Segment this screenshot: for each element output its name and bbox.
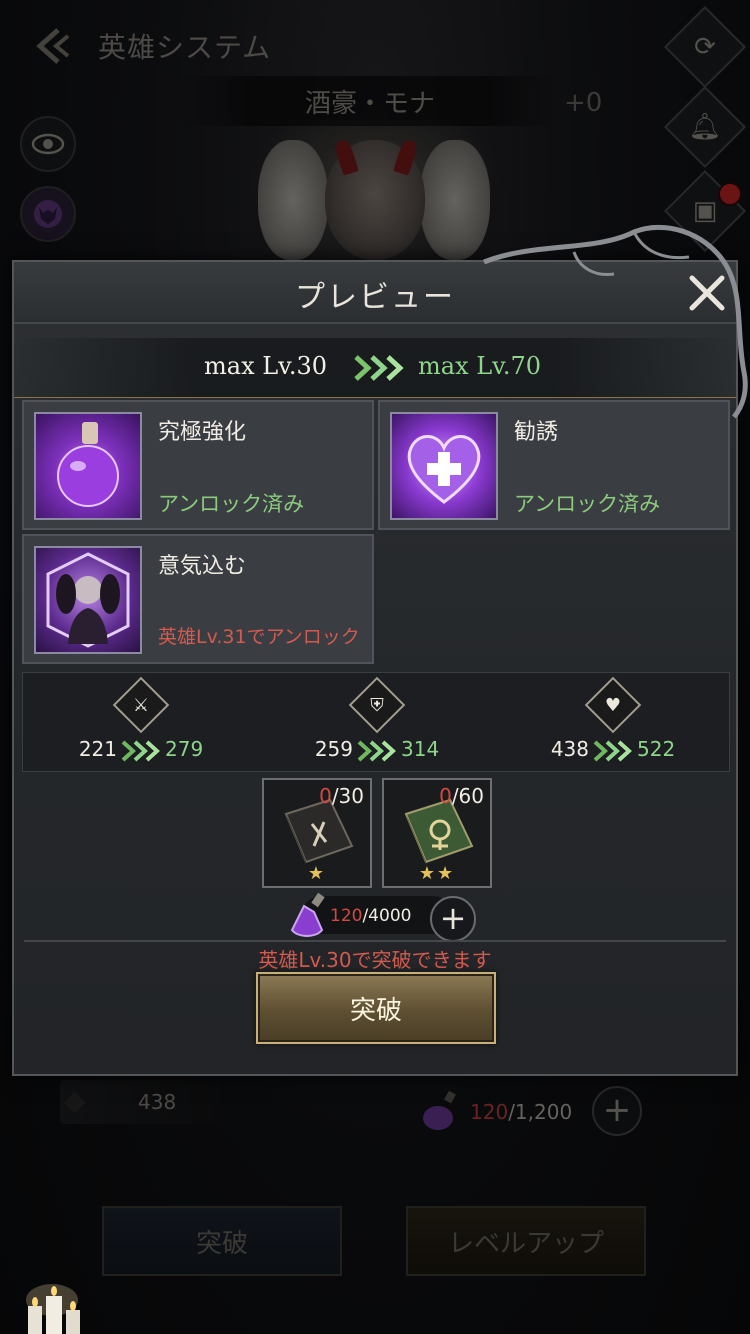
- stat-values: 438 522: [550, 737, 676, 761]
- skill-name: 究極強化: [158, 420, 247, 445]
- stat-attack: ⚔ 221 279: [23, 673, 259, 773]
- skill-status: アンロック済み: [158, 492, 305, 516]
- skill-status-locked: 英雄Lv.31でアンロック: [158, 626, 360, 648]
- star-icon: ★: [307, 863, 327, 884]
- book-item-2[interactable]: 0/60 ★★: [382, 778, 492, 888]
- skill-card[interactable]: 勧誘 アンロック済み: [378, 400, 730, 530]
- divider: [24, 940, 726, 942]
- attack-icon: ⚔: [112, 676, 170, 734]
- stats-panel: ⚔ 221 279 ⛨ 259 314 ♥ 438 522: [22, 672, 730, 772]
- modal-header: プレビュー: [14, 262, 736, 324]
- breakthrough-button[interactable]: 突破: [256, 972, 496, 1044]
- potion-icon: [290, 892, 325, 937]
- health-icon: ♥: [584, 676, 642, 734]
- skill-card[interactable]: 意気込む 英雄Lv.31でアンロック: [22, 534, 374, 664]
- modal-title: プレビュー: [295, 280, 455, 315]
- stat-defense: ⛨ 259 314: [259, 673, 495, 773]
- potion-skill-icon: [34, 412, 142, 520]
- skill-name: 勧誘: [514, 420, 559, 445]
- max-level-from: max Lv.30: [204, 352, 328, 380]
- potion-cost: 120/4000: [330, 906, 412, 926]
- close-icon: [689, 275, 725, 311]
- skill-status: アンロック済み: [514, 492, 661, 516]
- skill-name: 意気込む: [158, 554, 247, 579]
- skill-card[interactable]: 究極強化 アンロック済み: [22, 400, 374, 530]
- book-count: 0/30: [319, 784, 364, 808]
- preview-modal: プレビュー max Lv.30 max Lv.70 究極強化 アンロック済み 勧…: [12, 224, 748, 1334]
- hero-skill-icon: [34, 546, 142, 654]
- stat-values: 221 279: [78, 737, 204, 761]
- close-button[interactable]: [684, 270, 730, 316]
- stat-health: ♥ 438 522: [495, 673, 731, 773]
- heart-skill-icon: [390, 412, 498, 520]
- stat-values: 259 314: [314, 737, 440, 761]
- book-count: 0/60: [439, 784, 484, 808]
- candle-decoration: [26, 1284, 80, 1334]
- max-level-row: max Lv.30 max Lv.70: [14, 338, 736, 398]
- add-potion-button[interactable]: +: [430, 896, 476, 942]
- requirement-note: 英雄Lv.30で突破できます: [258, 948, 492, 972]
- book-item-1[interactable]: 0/30 ★: [262, 778, 372, 888]
- defense-icon: ⛨: [348, 676, 406, 734]
- chevron-right-icon: [354, 355, 404, 381]
- max-level-to: max Lv.70: [418, 352, 542, 380]
- star-icon: ★★: [418, 863, 456, 884]
